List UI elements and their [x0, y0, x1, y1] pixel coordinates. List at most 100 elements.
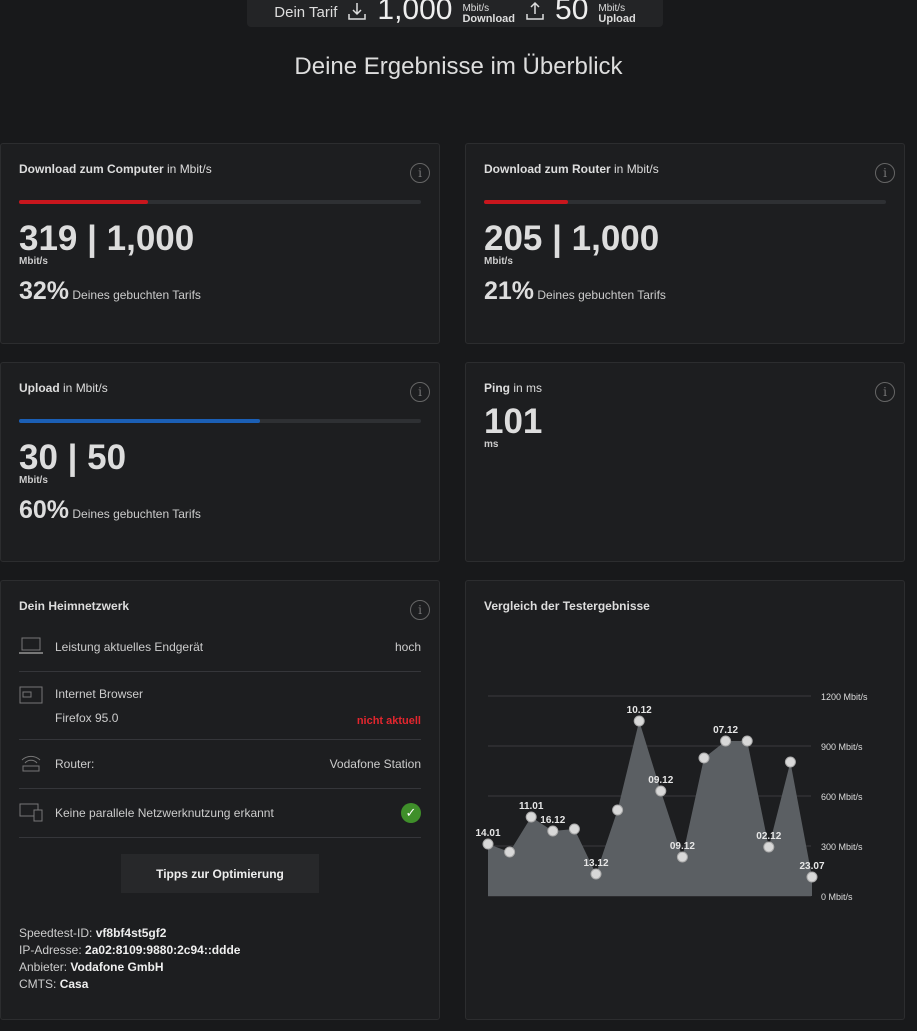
card-ping: Ping in ms i 101 ms: [465, 362, 905, 562]
card-title: Dein Heimnetzwerk: [19, 599, 130, 613]
data-label: 11.01: [519, 801, 544, 812]
y-tick-label: 300 Mbit/s: [821, 842, 863, 852]
devices-icon: [19, 802, 55, 825]
data-point: [655, 785, 667, 797]
data-point: [504, 846, 516, 858]
y-tick-label: 1200 Mbit/s: [821, 692, 868, 702]
tarif-download-value: 1,000: [377, 0, 453, 26]
ip-address: 2a02:8109:9880:2c94::ddde: [85, 943, 241, 957]
y-tick-label: 0 Mbit/s: [821, 892, 853, 902]
provider: Vodafone GmbH: [70, 960, 164, 974]
router-value: Vodafone Station: [329, 757, 421, 771]
data-point: [547, 825, 559, 837]
speedtest-id: vf8bf4st5gf2: [95, 926, 167, 940]
provider-label: Anbieter:: [19, 960, 68, 974]
data-label: 16.12: [540, 815, 565, 826]
data-point: [568, 823, 580, 835]
info-icon[interactable]: i: [875, 163, 895, 183]
browser-icon: [19, 686, 55, 707]
speed-value: 319 | 1,000: [19, 219, 195, 258]
parallel-label: Keine parallele Netzwerknutzung erkannt: [55, 806, 274, 820]
speed-value: 205 | 1,000: [484, 219, 660, 258]
info-icon[interactable]: i: [875, 382, 895, 402]
cmts: Casa: [59, 977, 89, 991]
data-point: [676, 851, 688, 863]
data-point: [633, 715, 645, 727]
card-unit-suffix: in Mbit/s: [63, 381, 108, 395]
data-point: [698, 752, 710, 764]
upload-icon: [526, 1, 544, 20]
data-point: [525, 811, 537, 823]
data-point: [741, 735, 753, 747]
percent-value: 60%: [19, 496, 70, 524]
browser-label: Internet Browser: [55, 686, 144, 701]
data-label: 09.12: [670, 841, 695, 852]
data-label: 14.01: [475, 828, 500, 839]
laptop-icon: [19, 637, 55, 658]
tarif-upload-value: 50: [555, 0, 589, 26]
check-icon: ✓: [401, 803, 421, 823]
browser-status: nicht aktuell: [356, 715, 421, 727]
percent-text: Deines gebuchten Tarifs: [537, 288, 666, 302]
card-unit-suffix: in Mbit/s: [614, 162, 659, 176]
results-chart: 0 Mbit/s 300 Mbit/s 600 Mbit/s 900 Mbit/s 12…: [475, 692, 868, 902]
wifi-router-icon: [19, 753, 55, 776]
speedtest-id-label: Speedtest-ID:: [19, 926, 93, 940]
percent-text: Deines gebuchten Tarifs: [72, 288, 201, 302]
data-point: [806, 871, 818, 883]
data-point: [482, 838, 494, 850]
ping-unit: ms: [484, 439, 499, 450]
data-point: [612, 804, 624, 816]
info-icon[interactable]: i: [410, 163, 430, 183]
tarif-download-label: Download: [462, 13, 516, 25]
ip-label: IP-Adresse:: [19, 943, 82, 957]
data-label: 13.12: [583, 858, 608, 869]
data-point: [763, 841, 775, 853]
data-label: 23.07: [799, 861, 824, 872]
card-title: Download zum Computer: [19, 162, 164, 176]
tarif-upload-label: Upload: [598, 13, 636, 25]
device-label: Leistung aktuelles Endgerät: [55, 640, 204, 654]
row-router: Router: Vodafone Station: [19, 740, 421, 789]
chart-title: Vergleich der Testergebnisse: [484, 599, 650, 613]
card-vergleich: Vergleich der Testergebnisse 0 Mbit/s 300…: [465, 580, 905, 1020]
row-parallel: Keine parallele Netzwerknutzung erkannt ✓: [19, 789, 421, 838]
progress-bar: [19, 200, 421, 204]
progress-bar: [19, 419, 421, 423]
data-point: [720, 735, 732, 747]
data-label: 10.12: [627, 705, 652, 716]
device-value: hoch: [394, 640, 421, 654]
cmts-label: CMTS:: [19, 977, 57, 991]
y-tick-label: 900 Mbit/s: [821, 742, 863, 752]
row-device: Leistung aktuelles Endgerät hoch: [19, 623, 421, 672]
percent-value: 21%: [484, 277, 535, 305]
card-upload: Upload in Mbit/s i 30 | 50 Mbit/s 60% De…: [0, 362, 440, 562]
router-label: Router:: [55, 757, 95, 771]
card-unit-suffix: in ms: [513, 381, 543, 395]
card-title: Download zum Router: [484, 162, 611, 176]
card-unit-suffix: in Mbit/s: [167, 162, 212, 176]
speed-value: 30 | 50: [19, 438, 127, 477]
download-icon: [348, 3, 367, 20]
browser-name: Firefox 95.0: [55, 710, 119, 725]
data-label: 07.12: [713, 725, 738, 736]
tips-button[interactable]: Tipps zur Optimierung: [121, 854, 319, 893]
page-title: Deine Ergebnisse im Überblick: [294, 53, 623, 80]
row-browser: Internet Browser Firefox 95.0 nicht aktuel…: [19, 672, 421, 740]
data-point: [590, 868, 602, 880]
card-download-computer: Download zum Computer in Mbit/s i 319 | …: [0, 143, 440, 344]
info-icon[interactable]: i: [410, 600, 430, 620]
info-icon[interactable]: i: [410, 382, 430, 402]
data-label: 09.12: [648, 775, 673, 786]
ping-value: 101: [484, 402, 543, 441]
card-download-router: Download zum Router in Mbit/s i 205 | 1,…: [465, 143, 905, 344]
card-heimnetzwerk: Dein Heimnetzwerk i Leistung aktuelles E…: [0, 580, 440, 1020]
tarif-banner: Dein Tarif 1,000 Mbit/s Download 50 Mbit/…: [247, 0, 663, 27]
progress-bar: [484, 200, 886, 204]
data-point: [784, 756, 796, 768]
card-title: Upload: [19, 381, 60, 395]
percent-value: 32%: [19, 277, 70, 305]
percent-text: Deines gebuchten Tarifs: [72, 507, 201, 521]
y-tick-label: 600 Mbit/s: [821, 792, 863, 802]
card-title: Ping: [484, 381, 510, 395]
